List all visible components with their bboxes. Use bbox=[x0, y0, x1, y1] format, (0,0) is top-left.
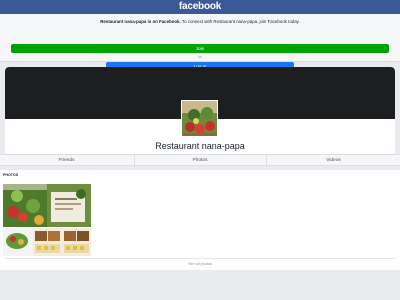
join-message-rest: To connect with Restaurant nana-papa, jo… bbox=[180, 19, 300, 24]
join-button[interactable]: Join bbox=[11, 44, 389, 53]
photo-thumbnail[interactable] bbox=[3, 228, 33, 256]
join-message-bold: Restaurant nana-papa is on Facebook. bbox=[100, 19, 181, 24]
lunch-set-photo bbox=[33, 228, 62, 256]
tab-videos[interactable]: Videos bbox=[267, 155, 400, 167]
top-navigation-bar: facebook bbox=[0, 0, 400, 14]
tab-friends[interactable]: Friends bbox=[0, 155, 133, 167]
photo-thumbnail[interactable] bbox=[3, 184, 47, 227]
photos-heading: PHOTOS bbox=[3, 173, 19, 177]
salad-bowl-photo bbox=[3, 228, 33, 256]
page-tabs: Friends Photos Videos bbox=[0, 154, 400, 167]
photo-thumbnail[interactable] bbox=[33, 228, 62, 256]
join-message: Restaurant nana-papa is on Facebook. To … bbox=[0, 19, 400, 24]
salad-photo bbox=[3, 184, 47, 227]
photos-section: PHOTOS bbox=[0, 170, 400, 270]
facebook-logo[interactable]: facebook bbox=[0, 1, 400, 12]
tab-photos[interactable]: Photos bbox=[135, 155, 265, 167]
profile-picture[interactable] bbox=[181, 100, 218, 137]
lunch-menu-photo bbox=[62, 228, 91, 256]
join-prompt: Restaurant nana-papa is on Facebook. To … bbox=[0, 14, 400, 71]
photo-thumbnail[interactable] bbox=[62, 228, 91, 256]
profile-picture-image bbox=[182, 101, 217, 136]
or-divider: or bbox=[198, 54, 202, 59]
photo-thumbnail-overlay bbox=[47, 184, 91, 227]
section-divider bbox=[5, 258, 395, 259]
see-all-photos-link[interactable]: See all photos bbox=[0, 262, 400, 266]
page-title[interactable]: Restaurant nana-papa bbox=[0, 141, 400, 151]
